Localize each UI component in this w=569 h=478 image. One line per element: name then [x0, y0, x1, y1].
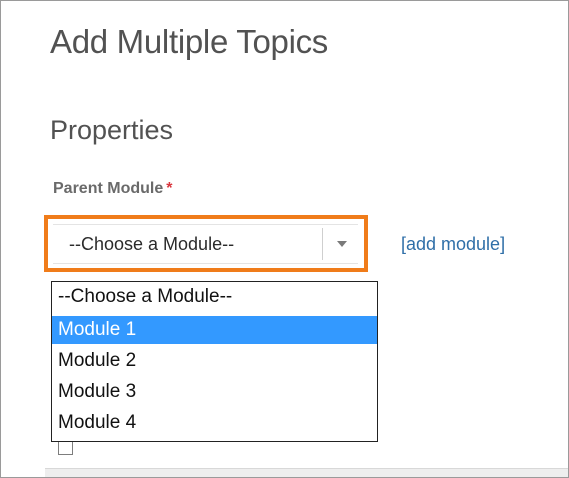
checkbox[interactable] [58, 442, 73, 455]
required-asterisk: * [166, 180, 173, 197]
add-module-link[interactable]: [add module] [401, 234, 505, 255]
page-content: Add Multiple Topics Properties Parent Mo… [1, 1, 568, 477]
dropdown-option-module-2[interactable]: Module 2 [52, 347, 377, 375]
page-title: Add Multiple Topics [50, 23, 329, 60]
dropdown-option-choose[interactable]: --Choose a Module-- [52, 283, 377, 311]
bottom-panel [45, 468, 568, 477]
chevron-down-icon[interactable] [337, 241, 347, 247]
dropdown-option-module-1[interactable]: Module 1 [52, 316, 377, 344]
window-frame: Add Multiple Topics Properties Parent Mo… [0, 0, 569, 478]
left-margin [1, 1, 10, 477]
parent-module-selected-value: --Choose a Module-- [69, 234, 235, 254]
properties-section-title: Properties [50, 115, 174, 145]
parent-module-dropdown-list[interactable]: --Choose a Module-- Module 1 Module 2 Mo… [51, 281, 378, 442]
dropdown-option-module-3[interactable]: Module 3 [52, 378, 377, 406]
select-divider [322, 228, 323, 260]
dropdown-option-module-4[interactable]: Module 4 [52, 409, 377, 437]
parent-module-label: Parent Module * [53, 180, 172, 198]
parent-module-label-text: Parent Module [53, 180, 164, 197]
parent-module-select[interactable]: --Choose a Module-- [53, 224, 358, 264]
